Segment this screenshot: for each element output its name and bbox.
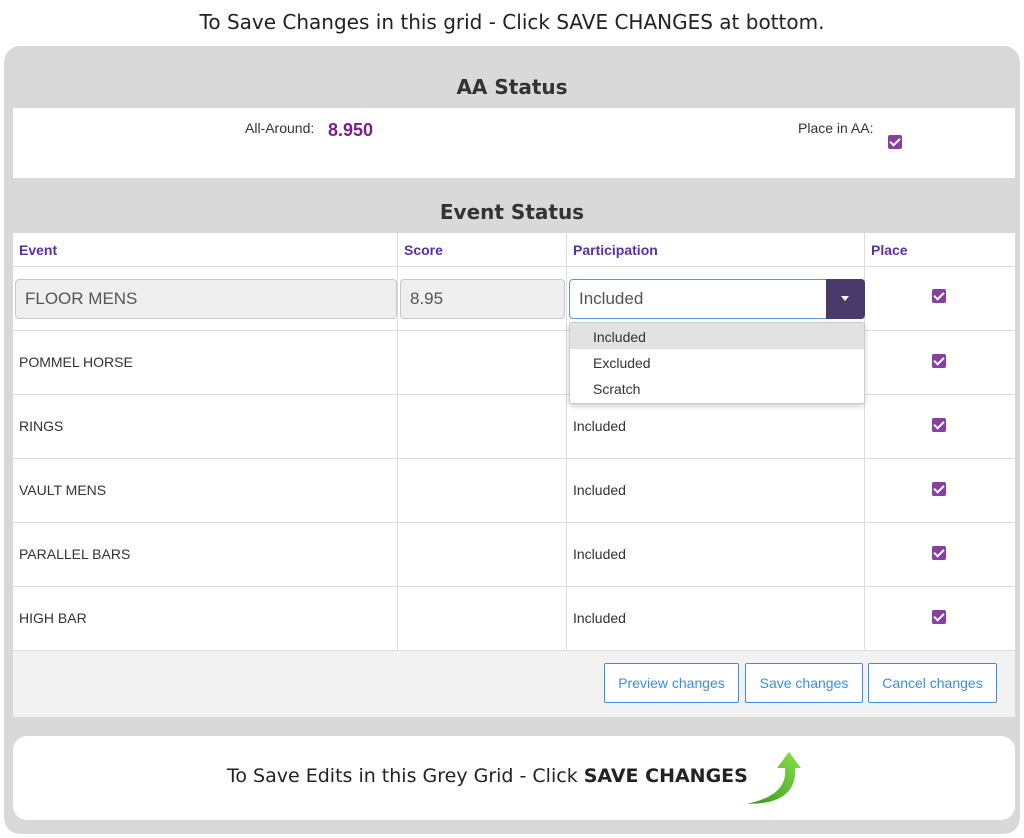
event-name: VAULT MENS — [19, 482, 107, 498]
place-checkbox[interactable] — [932, 610, 946, 624]
dropdown-option-scratch[interactable]: Scratch — [570, 375, 864, 401]
participation-value: Included — [573, 418, 626, 434]
event-name: PARALLEL BARS — [19, 546, 131, 562]
bottom-instruction-emphasis: SAVE CHANGES — [583, 765, 748, 787]
event-name: POMMEL HORSE — [19, 354, 133, 370]
bottom-instruction: To Save Edits in this Grey Grid - Click … — [227, 765, 748, 787]
save-changes-button[interactable]: Save changes — [745, 663, 863, 703]
score-field[interactable]: 8.95 — [400, 279, 565, 319]
header-event[interactable]: Event — [13, 233, 398, 267]
bottom-instruction-panel: To Save Edits in this Grey Grid - Click … — [13, 736, 1015, 820]
top-instruction: To Save Changes in this grid - Click SAV… — [199, 10, 825, 34]
place-in-aa-label: Place in AA: — [798, 120, 874, 136]
dropdown-option-excluded[interactable]: Excluded — [570, 349, 864, 375]
aa-status-panel: All-Around: 8.950 Place in AA: — [13, 108, 1015, 178]
participation-dropdown: Included Excluded Scratch — [569, 322, 865, 404]
event-name: RINGS — [19, 418, 64, 434]
all-around-score: 8.950 — [328, 120, 374, 140]
bottom-instruction-prefix: To Save Edits in this Grey Grid - Click — [227, 765, 584, 787]
participation-value: Included — [573, 610, 626, 626]
grid-footer: Preview changes Save changes Cancel chan… — [13, 651, 1015, 717]
table-row[interactable]: VAULT MENS Included — [13, 459, 1015, 523]
all-around-label: All-Around: — [245, 120, 315, 136]
table-row[interactable]: HIGH BAR Included — [13, 587, 1015, 651]
participation-select[interactable]: Included — [569, 279, 865, 319]
place-checkbox[interactable] — [932, 546, 946, 560]
event-status-title: Event Status — [439, 200, 585, 224]
table-row[interactable]: PARALLEL BARS Included — [13, 523, 1015, 587]
place-in-aa-checkbox[interactable] — [888, 135, 902, 149]
event-grid: Event Score Participation Place FLOOR ME… — [13, 233, 1015, 717]
header-place[interactable]: Place — [865, 233, 1015, 267]
aa-status-title: AA Status — [456, 75, 568, 99]
place-checkbox[interactable] — [932, 289, 946, 303]
caret-down-icon[interactable] — [826, 279, 865, 319]
place-checkbox[interactable] — [932, 482, 946, 496]
participation-select-value: Included — [579, 289, 644, 308]
curved-arrow-icon — [747, 752, 801, 804]
participation-value: Included — [573, 546, 626, 562]
place-checkbox[interactable] — [932, 354, 946, 368]
table-row[interactable]: RINGS Included — [13, 395, 1015, 459]
preview-changes-button[interactable]: Preview changes — [604, 663, 739, 703]
cancel-changes-button[interactable]: Cancel changes — [868, 663, 997, 703]
table-row[interactable]: FLOOR MENS 8.95 Included — [13, 267, 1015, 331]
participation-value: Included — [573, 482, 626, 498]
grid-container: AA Status All-Around: 8.950 Place in AA:… — [4, 46, 1020, 834]
event-name: HIGH BAR — [19, 610, 87, 626]
header-participation[interactable]: Participation — [567, 233, 865, 267]
event-name-field[interactable]: FLOOR MENS — [15, 279, 397, 319]
place-checkbox[interactable] — [932, 418, 946, 432]
dropdown-option-included[interactable]: Included — [570, 323, 864, 349]
header-score[interactable]: Score — [398, 233, 567, 267]
